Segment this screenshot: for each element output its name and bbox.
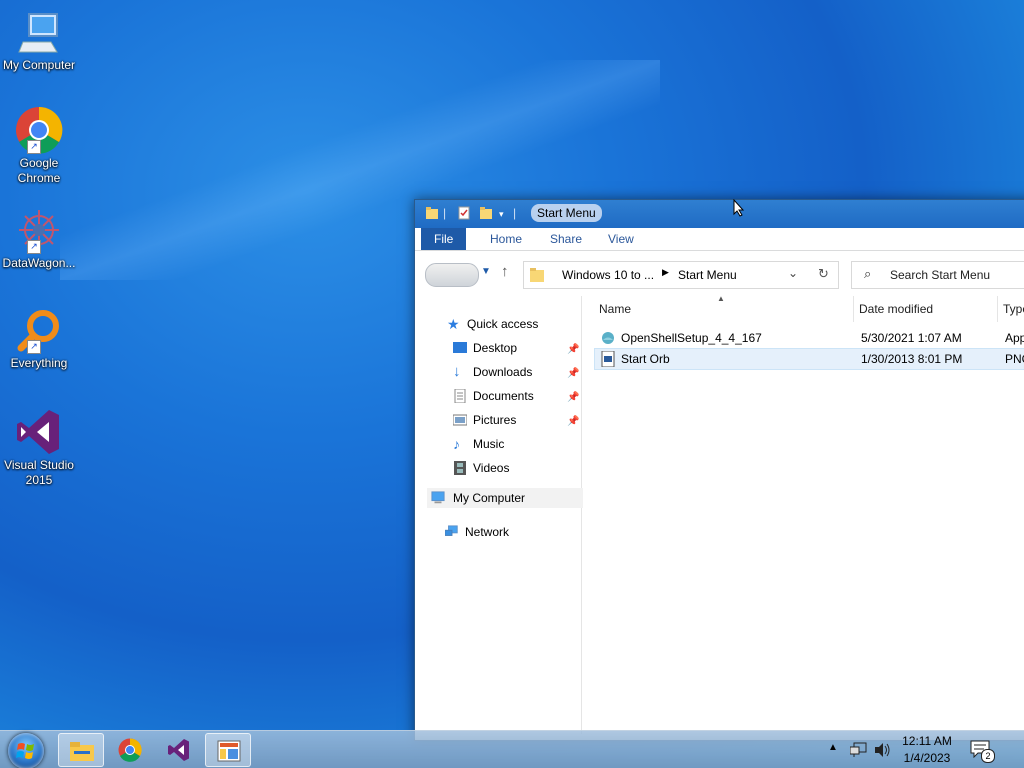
network-icon[interactable] [850, 742, 868, 758]
file-name: Start Orb [621, 352, 670, 366]
address-bar[interactable]: Windows 10 to ... ▶ Start Menu ⌄ ↻ [523, 261, 839, 289]
taskbar-app-window[interactable] [205, 733, 251, 767]
desktop-icon-label: My Computer [2, 58, 76, 72]
ribbon-tabs: File Home Share View [415, 228, 1024, 251]
desktop-icon-my-computer[interactable]: My Computer [1, 8, 77, 73]
notification-count-badge: 2 [981, 749, 995, 763]
tab-share[interactable]: Share [537, 228, 595, 250]
file-type: PNG [1005, 352, 1024, 366]
pin-icon[interactable]: 📌 [567, 364, 579, 384]
new-folder-icon[interactable] [479, 206, 493, 220]
separator: | [513, 206, 517, 220]
tab-home[interactable]: Home [477, 228, 535, 250]
datawagon-icon: ↗ [15, 206, 63, 254]
file-date: 5/30/2021 1:07 AM [861, 331, 962, 345]
visual-studio-icon [15, 408, 63, 456]
windows-logo-icon [16, 743, 34, 759]
window-title: Start Menu [531, 204, 602, 222]
desktop-icon-label: DataWagon... [2, 256, 76, 270]
desktop-icon-google-chrome[interactable]: ↗ Google Chrome [1, 106, 77, 186]
taskbar: ▲ 12:11 AM 1/4/2023 2 [0, 730, 1024, 768]
desktop-icon-everything[interactable]: ↗ Everything [1, 306, 77, 371]
column-header-date-modified[interactable]: Date modified [853, 296, 998, 322]
nav-my-computer[interactable]: My Computer [427, 488, 595, 508]
folder-icon [530, 268, 544, 282]
volume-icon[interactable] [874, 742, 892, 758]
file-row[interactable]: OpenShellSetup_4_4_167 5/30/2021 1:07 AM… [595, 328, 1024, 348]
pin-icon[interactable]: 📌 [567, 388, 579, 408]
download-arrow-icon: ↓ [453, 363, 461, 380]
chrome-icon [118, 738, 142, 762]
taskbar-chrome[interactable] [107, 733, 153, 767]
title-bar[interactable]: | ▾ | Start Menu [415, 200, 1024, 228]
app-window-icon [217, 740, 241, 762]
film-icon [454, 461, 466, 475]
pictures-icon [453, 414, 467, 426]
file-explorer-icon [70, 742, 94, 761]
separator: | [443, 206, 447, 220]
desktop-icon-datawagon[interactable]: ↗ DataWagon... [1, 206, 77, 271]
nav-pictures[interactable]: Pictures 📌 [453, 410, 585, 430]
recent-locations-icon[interactable]: ▼ [481, 266, 491, 277]
shortcut-arrow-icon: ↗ [27, 240, 41, 254]
pin-icon[interactable]: 📌 [567, 340, 579, 360]
desktop-folder-icon [453, 342, 467, 353]
desktop-icon-label: Google Chrome [17, 156, 61, 185]
folder-icon [426, 207, 438, 219]
file-name: OpenShellSetup_4_4_167 [621, 331, 762, 345]
search-placeholder: Search Start Menu [890, 268, 991, 282]
file-date: 1/30/2013 8:01 PM [861, 352, 963, 366]
breadcrumb-start-menu[interactable]: Start Menu [678, 268, 737, 282]
file-type: App [1005, 331, 1024, 345]
customize-quick-access-icon[interactable]: ▾ [499, 209, 513, 223]
column-header-name[interactable]: Name [593, 296, 854, 322]
pin-icon[interactable]: 📌 [567, 412, 579, 432]
breadcrumb-windows10[interactable]: Windows 10 to ... [562, 268, 654, 282]
chevron-down-icon[interactable]: ⌄ [788, 266, 798, 280]
desktop-icon-label: Visual Studio 2015 [4, 458, 74, 487]
breadcrumb-separator-icon: ▶ [662, 267, 669, 277]
desktop-icon-label: Everything [10, 356, 68, 370]
up-arrow-icon[interactable]: ↑ [501, 263, 509, 280]
start-button[interactable] [8, 733, 44, 768]
shortcut-arrow-icon: ↗ [27, 340, 41, 354]
refresh-icon[interactable]: ↻ [818, 266, 829, 282]
properties-icon[interactable] [457, 206, 471, 220]
taskbar-visual-studio[interactable] [156, 733, 202, 767]
back-forward-buttons[interactable] [425, 263, 479, 287]
tab-view[interactable]: View [595, 228, 647, 250]
image-file-icon [601, 351, 615, 367]
network-icon [445, 525, 458, 536]
action-center-button[interactable]: 2 [970, 740, 995, 763]
visual-studio-icon [168, 739, 189, 761]
file-list: ▲ Name Date modified Type OpenShellSetup… [583, 294, 1024, 734]
clock-time[interactable]: 12:11 AM [902, 734, 952, 748]
navigation-bar: ▼ ↑ Windows 10 to ... ▶ Start Menu ⌄ ↻ ⌕… [415, 251, 1024, 297]
chrome-icon: ↗ [15, 106, 63, 154]
mouse-cursor-icon [733, 199, 745, 217]
nav-downloads[interactable]: ↓ Downloads 📌 [453, 362, 585, 382]
music-note-icon: ♪ [453, 436, 460, 452]
file-row-selected[interactable]: Start Orb 1/30/2013 8:01 PM PNG [594, 348, 1024, 370]
column-header-type[interactable]: Type [997, 296, 1024, 322]
computer-icon [431, 491, 445, 504]
computer-icon [15, 8, 63, 56]
document-icon [454, 389, 466, 403]
setup-app-icon [602, 332, 614, 344]
shortcut-arrow-icon: ↗ [27, 140, 41, 154]
star-icon: ★ [447, 316, 460, 332]
desktop-icon-visual-studio[interactable]: Visual Studio 2015 [1, 408, 77, 488]
everything-icon: ↗ [15, 306, 63, 354]
search-icon: ⌕ [864, 266, 872, 281]
nav-documents[interactable]: Documents 📌 [453, 386, 585, 406]
clock-date[interactable]: 1/4/2023 [902, 751, 952, 765]
nav-desktop[interactable]: Desktop 📌 [453, 338, 585, 358]
tab-file[interactable]: File [421, 228, 467, 250]
search-box[interactable]: ⌕ Search Start Menu [851, 261, 1024, 289]
navigation-pane: ★ Quick access Desktop 📌 ↓ Downloads 📌 D… [421, 296, 595, 734]
explorer-window: | ▾ | Start Menu File Home Share View ▼ … [414, 199, 1024, 741]
show-hidden-icons-icon[interactable]: ▲ [828, 742, 838, 753]
taskbar-file-explorer[interactable] [58, 733, 104, 767]
